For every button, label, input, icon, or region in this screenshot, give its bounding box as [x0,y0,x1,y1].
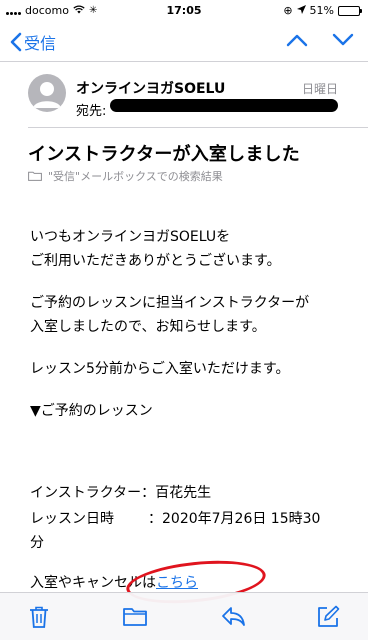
body-p2-line1: ご予約のレッスンに担当インストラクターが [30,295,310,311]
datetime-value: 2020年7月26日 15時30 [162,511,321,527]
folder-note-text: "受信"メールボックスでの検索結果 [48,170,223,183]
header-divider [28,127,368,128]
status-right: ⊕ 51% [283,4,362,17]
body-p4: ▼ご予約のレッスン [30,403,153,419]
sender-name[interactable]: オンラインヨガSOELU [76,78,225,98]
search-result-note: "受信"メールボックスでの検索結果 [28,168,223,184]
body-p1-line2: ご利用いただきありがとうございます。 [30,253,281,269]
chevron-left-icon [10,32,22,52]
battery-icon [338,5,362,16]
reply-icon [222,607,245,626]
chevron-up-icon [286,34,308,47]
status-bar: docomo ✳ 17:05 ⊕ 51% [0,0,368,22]
next-message-button[interactable] [332,32,354,51]
instructor-label: インストラクター： [30,485,156,501]
trash-button[interactable] [28,605,50,633]
message-date: 日曜日 [301,82,338,96]
sender-avatar[interactable] [28,74,66,112]
to-label: 宛先: [76,104,107,119]
previous-message-button[interactable] [286,32,308,51]
datetime-value-continued: 分 [30,535,44,551]
compose-button[interactable] [316,605,340,633]
battery-percent: 51% [309,4,334,17]
lock-rotation-icon: ⊕ [283,4,293,17]
datetime-row: レッスン日時 ：2020年7月26日 15時30 [30,508,320,530]
reply-button[interactable] [220,605,246,631]
message-nav [286,32,354,51]
bottom-toolbar [0,592,368,640]
trash-icon [30,606,48,628]
message-subject: インストラクターが入室しました [28,144,300,165]
datetime-label: レッスン日時 [30,511,114,527]
move-to-folder-button[interactable] [122,605,148,631]
body-p2-line2: 入室しましたので、お知らせします。 [30,319,266,335]
back-button[interactable]: 受信 [10,30,56,54]
location-icon [296,4,306,17]
instructor-row: インストラクター：百花先生 [30,482,211,504]
body-p1-line1: いつもオンラインヨガSOELUを [30,229,231,245]
compose-icon [318,605,340,627]
folder-icon [28,171,42,181]
person-icon [33,82,61,108]
datetime-sep: ： [148,511,162,527]
folder-icon [123,608,147,626]
message-header: オンラインヨガSOELU 日曜日 宛先: [0,62,368,128]
nav-bar: 受信 [0,22,368,62]
instructor-value: 百花先生 [155,485,212,501]
recipient-redacted [110,99,338,112]
chevron-down-icon [332,33,354,46]
back-label: 受信 [24,34,57,53]
body-p3: レッスン5分前からご入室いただけます。 [30,361,290,377]
